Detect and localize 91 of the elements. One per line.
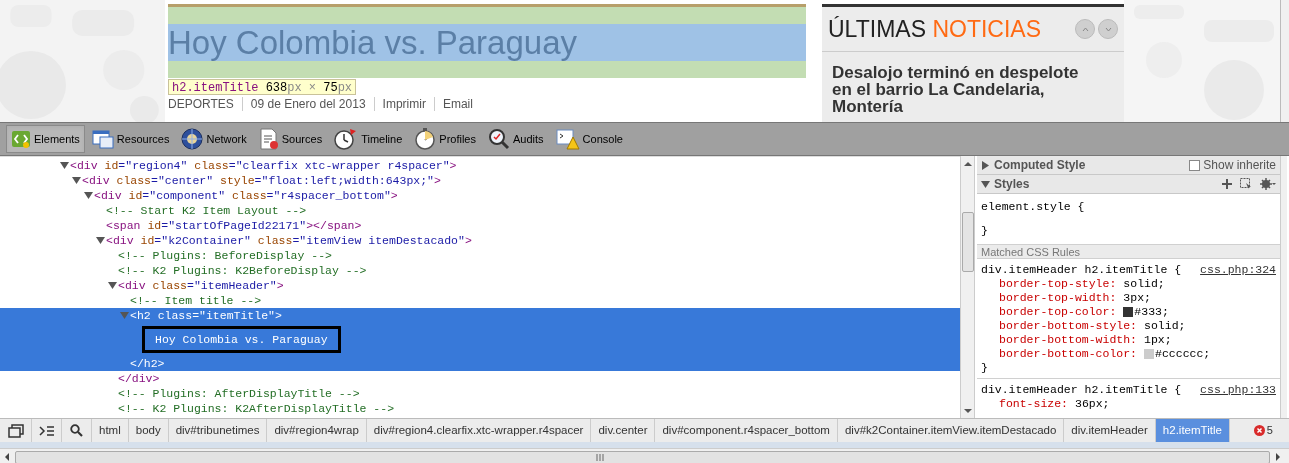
meta-text: DEPORTES bbox=[168, 97, 243, 111]
property-value[interactable]: 3px; bbox=[1123, 291, 1151, 305]
property-name[interactable]: border-bottom-style: bbox=[999, 319, 1138, 333]
horizontal-scrollbar[interactable] bbox=[0, 448, 1289, 463]
html-comment[interactable]: <!-- Start K2 Item Layout --> bbox=[106, 203, 307, 218]
html-comment[interactable]: <!-- Plugins: AfterDisplayTitle --> bbox=[118, 386, 360, 401]
html-tag[interactable]: <span id="startOfPageId22171"></span> bbox=[106, 218, 362, 233]
text-node[interactable]: Hoy Colombia vs. Paraguay bbox=[142, 326, 341, 353]
meta-text: 09 de Enero del 2013 bbox=[242, 97, 375, 111]
property-name[interactable]: border-bottom-color: bbox=[999, 347, 1138, 361]
html-tag[interactable]: <div id="k2Container" class="itemView itemDestacado"> bbox=[106, 233, 472, 248]
html-tag[interactable]: <div id="region4" class="clearfix xtc-wrapper r4spacer"> bbox=[70, 158, 457, 173]
article-title: Hoy Colombia vs. Paraguay bbox=[168, 24, 806, 61]
property-value[interactable]: #cccccc; bbox=[1155, 347, 1211, 361]
color-swatch[interactable] bbox=[1144, 349, 1155, 359]
color-swatch[interactable] bbox=[1123, 307, 1134, 317]
section-header[interactable]: Styles bbox=[994, 175, 1030, 193]
closing-tag[interactable]: </div> bbox=[118, 371, 160, 386]
news-headline[interactable]: Desalojo terminó en despelote en el barrio La Candelaria, Montería bbox=[822, 52, 1102, 115]
collapsed-triangle-icon[interactable] bbox=[981, 160, 990, 170]
html-tag[interactable]: <div class="itemHeader"> bbox=[118, 278, 284, 293]
settings-icon[interactable] bbox=[1260, 178, 1276, 190]
property-value[interactable]: solid; bbox=[1123, 277, 1165, 291]
style-rule-selector: element.style { bbox=[981, 200, 1086, 214]
closing-brace: } bbox=[981, 361, 988, 374]
chevron-down-icon bbox=[1104, 26, 1112, 32]
html-comment[interactable]: <!-- Plugins: BeforeDisplay --> bbox=[118, 248, 332, 263]
panel-tab[interactable]: Profiles bbox=[409, 125, 481, 153]
plus-icon[interactable] bbox=[1222, 179, 1232, 189]
html-tag[interactable]: <div id="component" class="r4spacer_bottom"> bbox=[94, 188, 398, 203]
search-icon bbox=[70, 424, 83, 437]
property-name[interactable]: font-size: bbox=[999, 397, 1068, 411]
element-selector-icon[interactable] bbox=[1240, 178, 1252, 190]
source-link[interactable]: css.php:133 bbox=[1200, 383, 1276, 397]
source-link[interactable]: css.php:324 bbox=[1200, 263, 1276, 277]
property-name[interactable]: border-top-width: bbox=[999, 291, 1117, 305]
html-tag[interactable]: <div class="center" style="float:left;width:643px;"> bbox=[82, 173, 441, 188]
property-value[interactable]: 36px; bbox=[1075, 397, 1110, 411]
sidebar-heading: ÚLTIMAS NOTICIAS bbox=[828, 14, 1041, 44]
panel-tab[interactable]: Timeline bbox=[329, 125, 408, 153]
panel-tab[interactable]: Resources bbox=[86, 125, 175, 153]
html-comment[interactable]: <!-- K2 Plugins: K2AfterDisplayTitle --> bbox=[118, 401, 395, 416]
dock-icon bbox=[7, 423, 24, 438]
closing-tag[interactable]: </h2> bbox=[130, 356, 165, 371]
html-tag[interactable]: <h2 class="itemTitle"> bbox=[130, 308, 282, 323]
expanded-triangle-icon[interactable] bbox=[96, 236, 105, 245]
expanded-triangle-icon[interactable] bbox=[108, 281, 117, 290]
checkbox-label: Show inherite bbox=[1203, 157, 1276, 174]
scroll-right-arrow-icon[interactable] bbox=[1274, 453, 1282, 461]
meta-link[interactable]: Imprimir bbox=[374, 97, 435, 111]
property-value[interactable]: #333; bbox=[1134, 305, 1169, 319]
property-name[interactable]: border-bottom-width: bbox=[999, 333, 1138, 347]
html-comment[interactable]: <!-- K2 Plugins: K2BeforeDisplay --> bbox=[118, 263, 367, 278]
error-count[interactable]: 5 bbox=[1266, 422, 1273, 439]
html-comment[interactable]: <!-- Item title --> bbox=[130, 293, 262, 308]
scroll-left-arrow-icon[interactable] bbox=[3, 453, 11, 461]
panel-tab[interactable]: Audits bbox=[483, 125, 549, 153]
meta-link[interactable]: Email bbox=[434, 97, 481, 111]
scrollbar-thumb[interactable] bbox=[15, 450, 1270, 463]
globe-icon bbox=[181, 128, 204, 150]
style-rule-selector: div.itemHeader h2.itemTitle { bbox=[981, 263, 1182, 277]
console-icon bbox=[38, 424, 55, 437]
code-brackets-icon bbox=[11, 129, 31, 149]
matched-rules-header: Matched CSS Rules bbox=[977, 244, 1280, 259]
warning-icon bbox=[555, 128, 580, 150]
magnifier-icon bbox=[488, 128, 510, 150]
expanded-triangle-icon[interactable] bbox=[981, 179, 990, 189]
property-name[interactable]: border-top-color: bbox=[999, 305, 1117, 319]
chevron-up-icon bbox=[1081, 26, 1089, 32]
element-tooltip: h2.itemTitle 638px × 75px bbox=[168, 79, 357, 95]
property-value[interactable]: 1px; bbox=[1144, 333, 1172, 347]
panel-tab[interactable]: Elements bbox=[6, 125, 85, 153]
section-header[interactable]: Computed Style bbox=[994, 156, 1086, 174]
panel-tab[interactable]: Console bbox=[550, 125, 628, 153]
panel-tab[interactable]: Network bbox=[176, 125, 252, 153]
style-rule-selector: div.itemHeader h2.itemTitle { bbox=[981, 383, 1182, 397]
grip-icon bbox=[596, 453, 604, 461]
property-value[interactable]: solid; bbox=[1144, 319, 1186, 333]
panel-tab[interactable]: Sources bbox=[253, 125, 328, 153]
property-name[interactable]: border-top-style: bbox=[999, 277, 1117, 291]
window-icon bbox=[91, 129, 114, 149]
page-scrollbar[interactable] bbox=[1280, 0, 1289, 122]
panel-scrollbar[interactable] bbox=[1280, 156, 1287, 418]
vertical-scrollbar[interactable] bbox=[960, 156, 975, 418]
document-icon bbox=[258, 128, 279, 150]
checkbox[interactable] bbox=[1189, 159, 1201, 171]
scrollbar-thumb[interactable] bbox=[961, 212, 974, 272]
closing-brace: } bbox=[981, 224, 989, 238]
stopwatch-icon bbox=[414, 128, 437, 150]
error-icon bbox=[1253, 425, 1265, 436]
scroll-down-arrow-icon[interactable] bbox=[963, 406, 972, 416]
